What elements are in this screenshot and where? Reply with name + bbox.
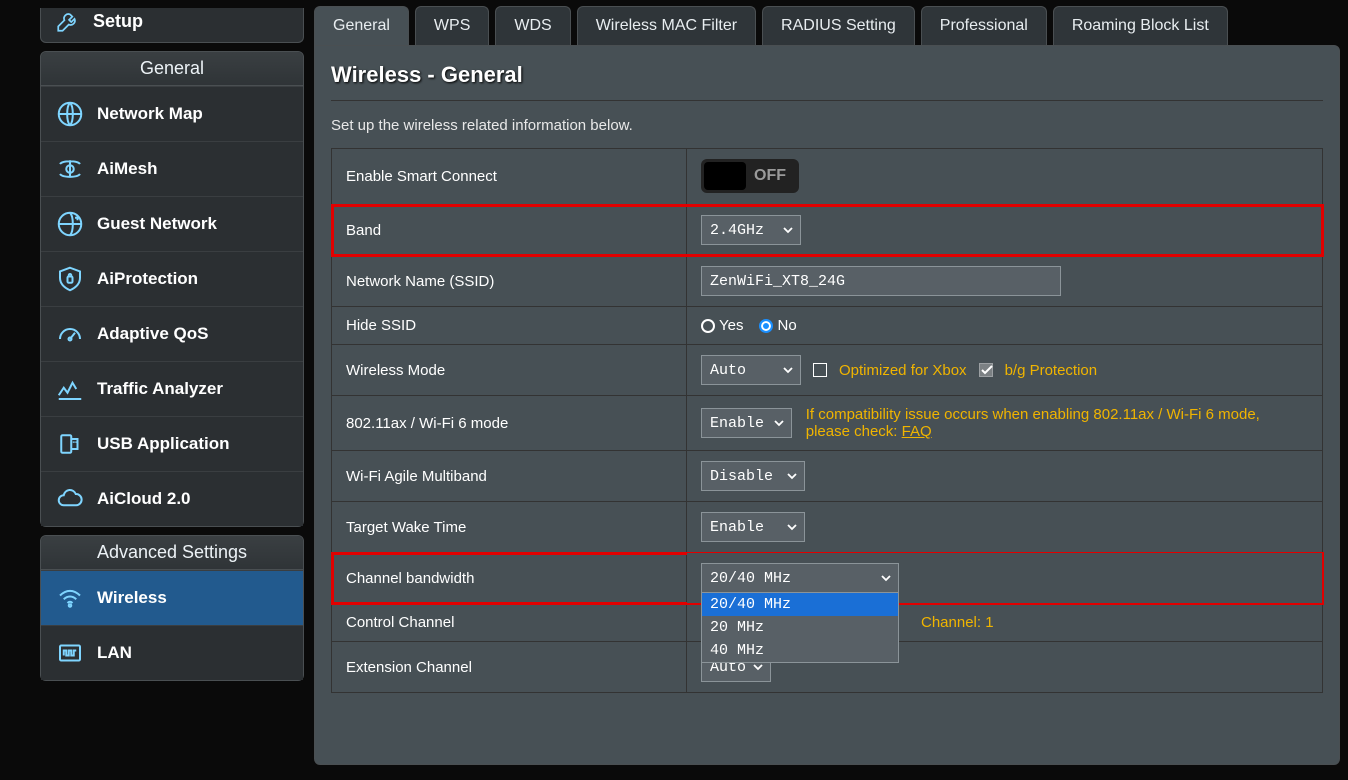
radio-hide-ssid-no[interactable]: No [759,317,796,334]
select-value: 2.4GHz [710,222,764,239]
wrench-icon [55,8,81,34]
tab-bar: General WPS WDS Wireless MAC Filter RADI… [314,6,1340,45]
sidebar-advanced-header: Advanced Settings [41,536,303,570]
radio-label: No [777,317,796,334]
sidebar-item-lan[interactable]: LAN [41,625,303,680]
sidebar-item-aimesh[interactable]: AiMesh [41,141,303,196]
radio-hide-ssid-yes[interactable]: Yes [701,317,743,334]
usb-icon [55,429,85,459]
analyzer-icon [55,374,85,404]
sidebar-item-aicloud[interactable]: AiCloud 2.0 [41,471,303,526]
label-hide-ssid: Hide SSID [332,307,687,345]
mesh-icon [55,154,85,184]
radio-icon [759,319,773,333]
note-text: If compatibility issue occurs when enabl… [806,406,1260,440]
dropdown-option[interactable]: 20 MHz [702,616,898,639]
label-twt: Target Wake Time [332,502,687,553]
sidebar-item-label: Setup [93,11,143,32]
tab-professional[interactable]: Professional [921,6,1047,45]
checkbox-xbox[interactable] [813,363,827,377]
label-ax-mode: 802.11ax / Wi-Fi 6 mode [332,396,687,451]
wifi-icon [55,583,85,613]
select-wireless-mode[interactable]: Auto [701,355,801,385]
select-twt[interactable]: Enable [701,512,805,542]
select-ax-mode[interactable]: Enable [701,408,792,438]
label-ssid: Network Name (SSID) [332,256,687,307]
chevron-down-icon [782,224,794,236]
input-ssid[interactable] [701,266,1061,296]
sidebar-item-adaptive-qos[interactable]: Adaptive QoS [41,306,303,361]
sidebar-item-label: Traffic Analyzer [97,379,223,399]
tab-general[interactable]: General [314,6,409,45]
select-agile[interactable]: Disable [701,461,805,491]
chevron-down-icon [773,417,785,429]
chevron-down-icon [786,521,798,533]
sidebar-general-header: General [41,52,303,86]
sidebar-item-guest-network[interactable]: Guest Network [41,196,303,251]
chevron-down-icon [782,364,794,376]
sidebar-setup-item[interactable]: Setup [41,8,303,42]
link-faq[interactable]: FAQ [902,423,932,440]
sidebar-item-network-map[interactable]: Network Map [41,86,303,141]
label-band: Band [332,205,687,256]
sidebar-item-label: USB Application [97,434,230,454]
gauge-icon [55,319,85,349]
select-value: Enable [710,415,764,432]
dropdown-channel-bandwidth: 20/40 MHz 20 MHz 40 MHz [701,592,899,663]
note-ax-mode: If compatibility issue occurs when enabl… [806,406,1308,440]
sidebar-item-label: Adaptive QoS [97,324,208,344]
sidebar-item-aiprotection[interactable]: AiProtection [41,251,303,306]
cloud-icon [55,484,85,514]
radio-icon [701,319,715,333]
lan-icon [55,638,85,668]
sidebar-item-label: AiProtection [97,269,198,289]
globe-icon [55,99,85,129]
toggle-knob [704,162,746,190]
tab-wps[interactable]: WPS [415,6,489,45]
globe-plus-icon [55,209,85,239]
sidebar-item-usb-application[interactable]: USB Application [41,416,303,471]
shield-icon [55,264,85,294]
select-band[interactable]: 2.4GHz [701,215,801,245]
sidebar-item-label: Guest Network [97,214,217,234]
tab-roaming-block[interactable]: Roaming Block List [1053,6,1228,45]
chevron-down-icon [786,470,798,482]
sidebar-item-label: LAN [97,643,132,663]
checkbox-bg-protection[interactable] [979,363,993,377]
sidebar-item-label: AiCloud 2.0 [97,489,191,509]
sidebar-item-label: AiMesh [97,159,157,179]
select-value: 20/40 MHz [710,570,791,587]
dropdown-option[interactable]: 40 MHz [702,639,898,662]
label-xbox: Optimized for Xbox [839,362,967,379]
toggle-state: OFF [746,167,786,185]
label-control-channel: Control Channel [332,604,687,642]
label-wireless-mode: Wireless Mode [332,345,687,396]
chevron-down-icon [880,572,892,584]
label-bg-protection: b/g Protection [1005,362,1098,379]
label-channel-bandwidth: Channel bandwidth [332,553,687,604]
note-control-channel: Channel: 1 [921,614,994,631]
select-value: Auto [710,362,746,379]
tab-radius[interactable]: RADIUS Setting [762,6,915,45]
radio-label: Yes [719,317,743,334]
sidebar-item-label: Network Map [97,104,203,124]
select-channel-bandwidth[interactable]: 20/40 MHz [701,563,899,593]
page-title: Wireless - General [331,62,1323,88]
select-value: Enable [710,519,764,536]
label-smart-connect: Enable Smart Connect [332,149,687,205]
toggle-smart-connect[interactable]: OFF [701,159,799,193]
page-subtitle: Set up the wireless related information … [331,117,1323,134]
dropdown-option[interactable]: 20/40 MHz [702,593,898,616]
select-value: Disable [710,468,773,485]
sidebar-item-traffic-analyzer[interactable]: Traffic Analyzer [41,361,303,416]
tab-mac-filter[interactable]: Wireless MAC Filter [577,6,756,45]
sidebar-item-wireless[interactable]: Wireless [41,570,303,625]
label-extension-channel: Extension Channel [332,642,687,693]
tab-wds[interactable]: WDS [495,6,570,45]
label-agile: Wi-Fi Agile Multiband [332,451,687,502]
sidebar-item-label: Wireless [97,588,167,608]
